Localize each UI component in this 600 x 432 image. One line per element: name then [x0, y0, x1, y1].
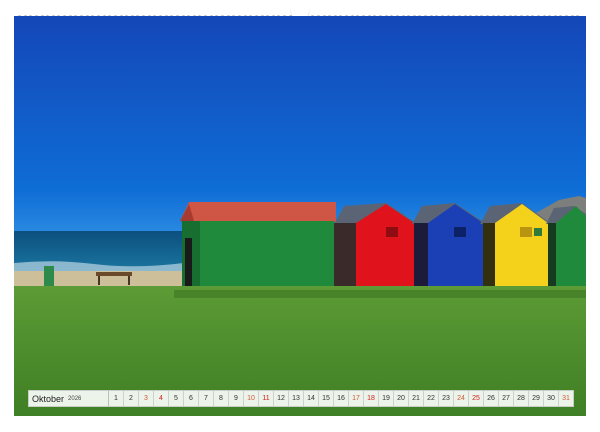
month-label: Oktober 2026 — [29, 391, 109, 406]
day-cell: 29 — [529, 391, 544, 406]
day-cell: 8 — [214, 391, 229, 406]
day-cell: 31 — [562, 395, 570, 402]
sky — [14, 16, 586, 234]
hut-green-small — [546, 206, 586, 291]
day-cell: 21 — [409, 391, 424, 406]
day-cell: 14 — [304, 391, 319, 406]
hut-green-large — [180, 202, 336, 295]
beach-huts-photo — [14, 16, 586, 416]
day-cell: 19 — [379, 391, 394, 406]
day-cell: 15 — [319, 391, 334, 406]
day-cell: 3 — [139, 391, 154, 406]
day-cell: 12 — [274, 391, 289, 406]
day-cell: 13 — [289, 391, 304, 406]
day-cell: 16 — [334, 391, 349, 406]
day-cell: 28 — [514, 391, 529, 406]
month-name: Oktober — [32, 393, 65, 404]
day-cell: 22 — [424, 391, 439, 406]
day-cell: 4 — [154, 391, 169, 406]
photo-illustration — [14, 16, 586, 416]
day-cell: 27 — [499, 391, 514, 406]
hut-yellow — [480, 203, 550, 291]
day-cells: 1 2 3 4 5 6 7 8 9 10 11 12 13 14 15 16 17 18 19 20 21 22 23 24 2… — [109, 391, 573, 406]
day-cell: 9 — [229, 391, 244, 406]
day-cell: 1 — [109, 391, 124, 406]
calendar-strip: Oktober 2026 1 2 3 4 5 6 7 8 9 10 11 12 13 14 15 16 17 18… — [28, 390, 574, 407]
day-cell: 20 — [394, 391, 409, 406]
day-cell: 25 — [469, 391, 484, 406]
day-cell: 30 — [544, 391, 559, 406]
hut-red — [334, 203, 416, 295]
day-cell: 23 — [439, 391, 454, 406]
day-cell: 10 — [244, 391, 259, 406]
day-cell: 2 — [124, 391, 139, 406]
day-cell: 5 — [169, 391, 184, 406]
day-cell: 7 — [199, 391, 214, 406]
day-cell: 11 — [259, 391, 274, 406]
day-cell: 17 — [349, 391, 364, 406]
year-label: 2026 — [68, 395, 82, 402]
trash-bin — [44, 266, 54, 286]
day-cell: 24 — [454, 391, 469, 406]
day-cell: 26 — [484, 391, 499, 406]
day-cell: 6 — [184, 391, 199, 406]
day-cell: 18 — [364, 391, 379, 406]
hut-blue — [412, 203, 485, 295]
lawn-shadow — [174, 290, 586, 298]
